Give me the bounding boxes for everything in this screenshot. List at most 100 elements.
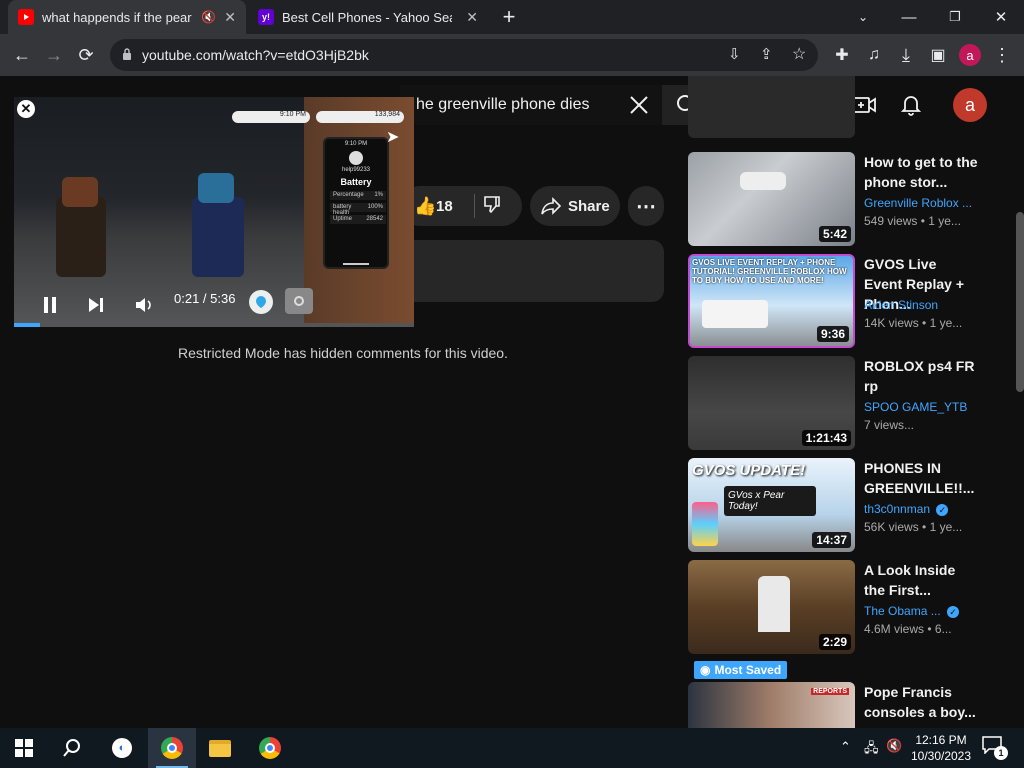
video-duration: 14:37 (812, 532, 851, 548)
channel-name[interactable]: SPOO GAME_YTB (864, 400, 978, 414)
taskbar-app-file-explorer[interactable] (196, 728, 244, 768)
side-panel-icon[interactable]: ▣ (926, 43, 950, 67)
page-scrollbar[interactable] (1016, 212, 1024, 392)
tab-search-chevron-icon[interactable]: ⌄ (840, 0, 886, 34)
related-video-item[interactable]: 1:21:43 ROBLOX ps4 FR rp SPOO GAME_YTB 7… (688, 356, 988, 450)
network-icon[interactable]: 🖧 (864, 739, 879, 761)
taskbar-app-chrome[interactable] (148, 728, 196, 768)
video-meta: 56K views • 1 ye... (864, 520, 963, 534)
video-meta: 14K views • 1 ye... (864, 316, 963, 330)
media-control-icon[interactable]: ♫ (862, 43, 886, 67)
more-actions-button[interactable]: ⋯ (628, 186, 664, 226)
dislike-thumb-icon[interactable] (482, 194, 502, 219)
mouse-cursor-icon: ➤ (386, 129, 400, 146)
next-button[interactable] (84, 293, 108, 317)
video-meta: 549 views • 1 ye... (864, 214, 961, 228)
tab-audio-muted-icon[interactable]: 🔇 (201, 10, 216, 24)
volume-button[interactable] (132, 293, 156, 317)
back-button[interactable]: ← (10, 43, 34, 67)
verified-badge-icon: ✓ (936, 504, 949, 516)
description-box[interactable] (400, 240, 664, 302)
video-thumbnail[interactable]: 1:21:43 (688, 356, 855, 450)
mini-player[interactable]: 9:10 PM 133,984 9:10 PM help99233 Batter… (14, 97, 414, 327)
tab-title: what happends if the pear p (42, 9, 192, 25)
phone-row: Percentage 1% (330, 191, 386, 200)
video-frame[interactable]: 9:10 PM 133,984 9:10 PM help99233 Batter… (14, 97, 414, 323)
extensions-icon[interactable]: ✚ (830, 43, 854, 67)
taskbar-app-chrome-profile[interactable] (246, 728, 294, 768)
volume-muted-icon[interactable]: 🔇 (886, 738, 902, 754)
related-video-item[interactable]: GVOS UPDATE! GVos x Pear Today! 14:37 PH… (688, 458, 988, 552)
search-input[interactable]: he greenville phone dies (400, 85, 662, 125)
show-hidden-icons-chevron-icon[interactable]: ⌃ (840, 739, 851, 755)
tab-title: Best Cell Phones - Yahoo Search (282, 9, 452, 25)
hud-time-pill: 9:10 PM (232, 111, 310, 123)
map-pin-icon (249, 290, 273, 314)
skip-next-icon (89, 298, 103, 312)
video-title[interactable]: ROBLOX ps4 FR rp (864, 356, 978, 396)
video-thumbnail[interactable]: 5:42 (688, 152, 855, 246)
browser-menu-icon[interactable]: ⋮ (990, 43, 1014, 67)
video-thumbnail[interactable]: REPORTS (688, 682, 855, 728)
action-center-button[interactable]: 1 (982, 736, 1008, 760)
video-title[interactable]: Pope Francis consoles a boy... (864, 682, 978, 722)
related-video-item[interactable]: GVOS LIVE EVENT REPLAY + PHONE TUTORIAL!… (688, 254, 988, 348)
video-thumbnail[interactable] (688, 76, 855, 138)
clear-search-icon[interactable] (626, 92, 652, 118)
taskbar-search-button[interactable] (48, 728, 96, 768)
video-meta: 4.6M views • 6... (864, 622, 952, 636)
like-thumb-icon[interactable]: 👍 (414, 196, 436, 217)
restricted-mode-notice: Restricted Mode has hidden comments for … (178, 345, 508, 361)
channel-name[interactable]: Aiden Stinson (864, 298, 978, 312)
share-button[interactable]: Share (530, 186, 620, 226)
downloads-icon[interactable]: ⤓ (894, 43, 918, 67)
progress-bar[interactable] (14, 323, 414, 327)
video-thumbnail[interactable]: GVOS LIVE EVENT REPLAY + PHONE TUTORIAL!… (688, 254, 855, 348)
related-video-item[interactable]: REPORTS Pope Francis consoles a boy... (688, 682, 988, 728)
tab-youtube[interactable]: what happends if the pear p 🔇 ✕ (8, 0, 246, 34)
forward-button[interactable]: → (42, 43, 66, 67)
tab-yahoo[interactable]: y! Best Cell Phones - Yahoo Search ✕ (248, 0, 488, 34)
system-clock[interactable]: 12:16 PM 10/30/2023 (906, 732, 976, 764)
video-character-head (62, 177, 98, 207)
video-character-head (198, 173, 234, 203)
video-title[interactable]: How to get to the phone stor... (864, 152, 978, 192)
restore-button[interactable]: ❐ (932, 0, 978, 34)
video-meta: 7 views... (864, 418, 915, 432)
share-page-icon[interactable]: ⇪ (760, 45, 773, 63)
tab-close-icon[interactable]: ✕ (224, 9, 236, 26)
video-thumbnail[interactable]: GVOS UPDATE! GVos x Pear Today! 14:37 (688, 458, 855, 552)
thumbnail-jeep (702, 300, 768, 328)
start-button[interactable] (0, 728, 48, 768)
install-app-icon[interactable]: ⇩ (728, 45, 741, 63)
profile-avatar[interactable]: a (958, 43, 982, 67)
close-window-button[interactable]: ✕ (978, 0, 1024, 34)
thumbnail-car (740, 172, 786, 190)
channel-name[interactable]: th3c0nnman ✓ (864, 502, 978, 516)
channel-name[interactable]: Greenville Roblox ... (864, 196, 978, 210)
bookmark-star-icon[interactable]: ☆ (792, 44, 806, 64)
playback-time: 0:21 / 5:36 (174, 291, 236, 306)
close-miniplayer-button[interactable]: ✕ (17, 100, 35, 118)
channel-name[interactable]: The Obama ... ✓ (864, 604, 978, 618)
notification-count: 1 (994, 746, 1008, 760)
tab-close-icon[interactable]: ✕ (466, 9, 478, 26)
thumbnail-person (758, 576, 790, 632)
reload-button[interactable]: ⟳ (74, 43, 98, 67)
related-video-item[interactable]: 2:29 A Look Inside the First... The Obam… (688, 560, 988, 654)
video-thumbnail[interactable]: 2:29 (688, 560, 855, 654)
folder-icon (209, 739, 231, 757)
most-saved-badge: ◉ Most Saved (694, 661, 788, 679)
pause-button[interactable] (38, 293, 62, 317)
video-title[interactable]: A Look Inside the First... (864, 560, 978, 600)
video-title[interactable]: PHONES IN GREENVILLE!!... (864, 458, 978, 498)
new-tab-button[interactable]: + (486, 0, 532, 34)
url-text: youtube.com/watch?v=etdO3HjB2bk (142, 47, 369, 63)
address-bar[interactable]: youtube.com/watch?v=etdO3HjB2bk ⇩ ⇪ ☆ (110, 39, 818, 71)
related-video-item[interactable]: 5:42 How to get to the phone stor... Gre… (688, 152, 988, 246)
video-duration: 5:42 (818, 226, 851, 242)
thumbnail-phone (692, 502, 718, 546)
phone-avatar-icon (349, 151, 363, 165)
taskbar-app-meet[interactable]: ◐ (98, 728, 146, 768)
minimize-button[interactable]: — (886, 0, 932, 34)
